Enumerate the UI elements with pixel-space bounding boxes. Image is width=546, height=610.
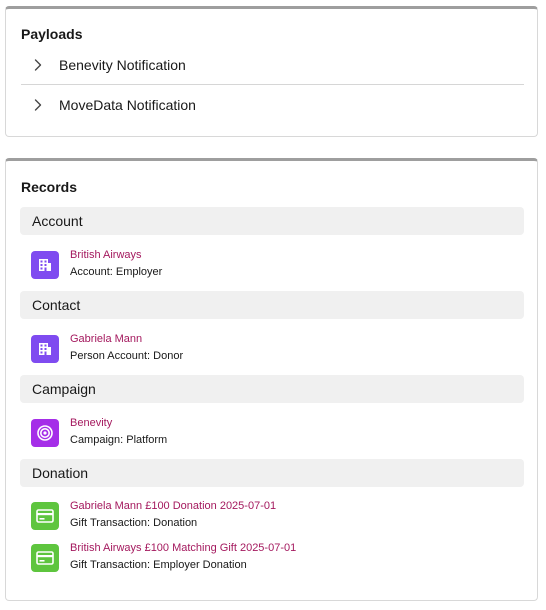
- record-type: Person Account: Donor: [70, 350, 184, 362]
- record-link-gabriela-mann[interactable]: Gabriela Mann: [70, 333, 142, 345]
- record-item: Gabriela Mann Person Account: Donor: [31, 333, 511, 367]
- section-header-campaign: Campaign: [20, 375, 524, 403]
- payloads-card: Payloads Benevity Notification MoveData …: [5, 6, 538, 137]
- record-type: Gift Transaction: Employer Donation: [70, 559, 247, 571]
- payload-item-benevity-notification[interactable]: Benevity Notification: [21, 45, 524, 85]
- chevron-right-icon: [29, 56, 47, 74]
- section-header-account: Account: [20, 207, 524, 235]
- record-type: Campaign: Platform: [70, 434, 168, 446]
- card-icon: [31, 502, 59, 530]
- record-link-british-airways-matching-gift[interactable]: British Airways £100 Matching Gift 2025-…: [70, 542, 296, 554]
- building-icon: [31, 335, 59, 363]
- record-link-gabriela-mann-donation[interactable]: Gabriela Mann £100 Donation 2025-07-01: [70, 500, 276, 512]
- record-type: Gift Transaction: Donation: [70, 517, 198, 529]
- payload-item-movedata-notification[interactable]: MoveData Notification: [21, 85, 524, 125]
- record-item: British Airways Account: Employer: [31, 249, 511, 283]
- record-type: Account: Employer: [70, 266, 163, 278]
- record-item: British Airways £100 Matching Gift 2025-…: [31, 542, 511, 576]
- payload-item-label: Benevity Notification: [59, 56, 186, 73]
- building-icon: [31, 251, 59, 279]
- record-item: Gabriela Mann £100 Donation 2025-07-01 G…: [31, 500, 511, 534]
- payloads-title: Payloads: [21, 26, 83, 42]
- section-header-contact: Contact: [20, 291, 524, 319]
- card-icon: [31, 544, 59, 572]
- target-icon: [31, 419, 59, 447]
- records-title: Records: [21, 179, 78, 195]
- record-link-benevity[interactable]: Benevity: [70, 417, 112, 429]
- chevron-right-icon: [29, 96, 47, 114]
- records-card: Records Account British Airways Account:…: [5, 158, 538, 601]
- record-link-british-airways[interactable]: British Airways: [70, 249, 142, 261]
- section-header-donation: Donation: [20, 459, 524, 487]
- record-item: Benevity Campaign: Platform: [31, 417, 511, 451]
- payload-item-label: MoveData Notification: [59, 97, 196, 113]
